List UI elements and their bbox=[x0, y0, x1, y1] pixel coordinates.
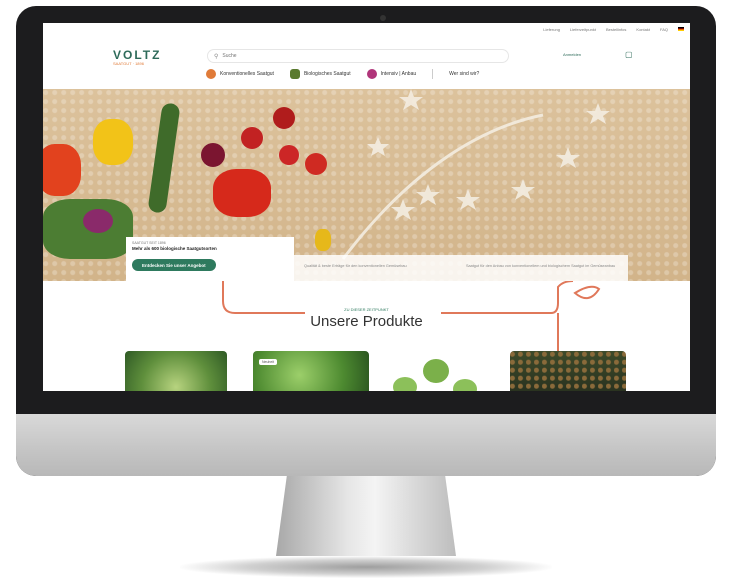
search-bar[interactable]: ⚲ bbox=[208, 50, 508, 62]
nav-label: Biologisches Saatgut bbox=[303, 71, 351, 77]
red-pepper-image bbox=[43, 144, 81, 196]
cart-icon[interactable]: ▢ bbox=[625, 50, 633, 59]
nav-item-organic[interactable]: Biologisches Saatgut bbox=[289, 69, 351, 79]
product-card-cabbage[interactable] bbox=[125, 351, 227, 391]
top-utility-bar: Lieferung Lieferzeitpunkt Bestellinfos K… bbox=[543, 27, 684, 32]
brand-logo[interactable]: VOLTZ SAATGUT · 1896 bbox=[113, 49, 161, 66]
nav-label: Intensiv | Anbau bbox=[380, 71, 417, 77]
radish-image bbox=[201, 143, 225, 167]
tomato-image bbox=[305, 153, 327, 175]
yellow-pepper-image bbox=[93, 119, 133, 165]
seedling-image bbox=[393, 377, 417, 391]
tomato-image bbox=[273, 107, 295, 129]
nav-item-conventional[interactable]: Konventionelles Saatgut bbox=[206, 69, 274, 79]
flower-icon bbox=[366, 69, 377, 79]
monitor-chin bbox=[16, 414, 716, 476]
topbar-link[interactable]: Bestellinfos bbox=[606, 27, 626, 32]
seedling-image bbox=[453, 379, 477, 391]
camera bbox=[380, 15, 386, 21]
strip-text-right: Saatgut für den Anbau von konventionelle… bbox=[466, 264, 616, 268]
topbar-link[interactable]: Lieferzeitpunkt bbox=[570, 27, 596, 32]
squash-image bbox=[315, 229, 331, 251]
nav-item-intensive[interactable]: Intensiv | Anbau bbox=[366, 69, 417, 79]
search-icon[interactable]: ⚲ bbox=[214, 53, 218, 60]
seed-icon bbox=[206, 69, 216, 79]
logo-text: VOLTZ bbox=[113, 48, 162, 62]
leaf-icon bbox=[289, 69, 300, 79]
stand-shadow bbox=[180, 556, 552, 578]
product-card-lettuce[interactable]: Neuheit bbox=[253, 351, 369, 391]
search-input[interactable] bbox=[222, 53, 423, 59]
red-pepper-image bbox=[213, 169, 271, 217]
card-title: Mehr als 600 biologische Saatgutsorten bbox=[132, 246, 217, 251]
login-link[interactable]: Anmelden bbox=[563, 52, 581, 57]
discover-offer-button[interactable]: Entdecken Sie unser Angebot bbox=[132, 259, 216, 271]
main-nav: Konventionelles Saatgut Biologisches Saa… bbox=[206, 69, 479, 79]
topbar-link[interactable]: FAQ bbox=[660, 27, 668, 32]
nav-label: Konventionelles Saatgut bbox=[220, 71, 274, 77]
products-title: Unsere Produkte bbox=[310, 313, 423, 330]
nav-item-about[interactable]: Wer sind wir? bbox=[449, 71, 479, 77]
product-card-mixed-seeds[interactable] bbox=[510, 351, 626, 391]
hero-info-strip: Qualität & beste Erträge für den konvent… bbox=[294, 255, 628, 283]
hero-banner: SAATGUT SEIT 1896 Mehr als 600 biologisc… bbox=[43, 89, 690, 283]
nav-divider bbox=[432, 69, 434, 79]
card-label: SAATGUT SEIT 1896 bbox=[132, 241, 166, 245]
nav-label: Wer sind wir? bbox=[449, 71, 480, 77]
topbar-link[interactable]: Kontakt bbox=[636, 27, 650, 32]
beet-image bbox=[83, 209, 113, 233]
language-flag-icon[interactable] bbox=[678, 27, 684, 31]
topbar-link[interactable]: Lieferung bbox=[543, 27, 560, 32]
products-subtitle: ZU DIESER ZEITPUNKT bbox=[344, 307, 389, 312]
seedling-image bbox=[423, 359, 449, 383]
hero-info-card: SAATGUT SEIT 1896 Mehr als 600 biologisc… bbox=[126, 237, 294, 283]
tomato-image bbox=[241, 127, 263, 149]
tomato-image bbox=[279, 145, 299, 165]
website-screen: Lieferung Lieferzeitpunkt Bestellinfos K… bbox=[43, 23, 690, 391]
products-section: ZU DIESER ZEITPUNKT Unsere Produkte Neuh… bbox=[43, 281, 690, 391]
new-badge: Neuheit bbox=[259, 359, 278, 365]
product-card-seedlings[interactable] bbox=[385, 351, 487, 391]
strip-text-left: Qualität & beste Erträge für den konvent… bbox=[304, 264, 407, 268]
monitor-stand bbox=[276, 476, 456, 556]
